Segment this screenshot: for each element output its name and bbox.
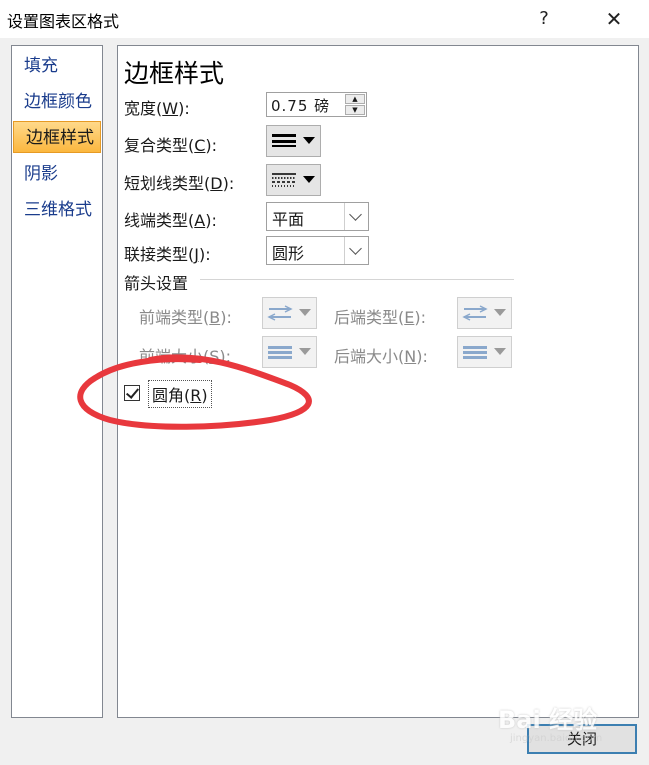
width-value[interactable]: 0.75 磅: [271, 95, 330, 116]
rounded-corners-checkbox[interactable]: [124, 385, 140, 401]
cap-type-label: 线端类型(A):: [124, 211, 217, 230]
width-spinner[interactable]: 0.75 磅 ▲ ▼: [266, 92, 367, 117]
spin-down-icon[interactable]: ▼: [345, 105, 365, 115]
cap-type-value: 平面: [272, 210, 305, 229]
begin-type-dropdown[interactable]: [262, 297, 317, 329]
sidebar-item-shadow[interactable]: 阴影: [12, 158, 102, 190]
category-sidebar: 填充 边框颜色 边框样式 阴影 三维格式: [11, 45, 103, 718]
dash-type-label: 短划线类型(D):: [124, 174, 235, 193]
panel-title: 边框样式: [124, 59, 225, 88]
end-type-label: 后端类型(E):: [334, 308, 426, 327]
join-type-select[interactable]: 圆形: [266, 236, 369, 265]
cap-type-select[interactable]: 平面: [266, 202, 369, 231]
arrow-type-icon: [267, 305, 293, 321]
sidebar-item-border-style[interactable]: 边框样式: [13, 121, 101, 153]
window-title: 设置图表区格式: [7, 12, 120, 31]
end-size-label: 后端大小(N):: [334, 347, 428, 366]
chevron-down-icon: [303, 176, 315, 183]
arrow-type-icon: [462, 305, 488, 321]
section-divider: [200, 279, 514, 280]
begin-size-label: 前端大小(S):: [139, 347, 232, 366]
width-label: 宽度(W):: [124, 99, 190, 118]
compound-line-icon: [272, 134, 296, 147]
title-bar: 设置图表区格式 ? ✕: [0, 0, 649, 38]
arrow-size-icon: [268, 346, 292, 359]
sidebar-item-border-color[interactable]: 边框颜色: [12, 86, 102, 118]
chevron-down-icon[interactable]: [344, 203, 368, 230]
dash-line-icon: [272, 173, 296, 187]
begin-type-label: 前端类型(B):: [139, 308, 232, 327]
sidebar-item-fill[interactable]: 填充: [12, 50, 102, 82]
arrow-settings-heading: 箭头设置: [124, 274, 189, 293]
dash-type-dropdown[interactable]: [266, 164, 321, 196]
chevron-down-icon: [494, 309, 506, 316]
join-type-label: 联接类型(J):: [124, 245, 211, 264]
chevron-down-icon: [303, 137, 315, 144]
help-icon[interactable]: ?: [527, 4, 561, 34]
chevron-down-icon: [299, 309, 311, 316]
rounded-corners-label[interactable]: 圆角(R): [148, 380, 212, 408]
watermark: Bai 经验: [498, 706, 598, 734]
sidebar-item-3d-format[interactable]: 三维格式: [12, 194, 102, 226]
end-type-dropdown[interactable]: [457, 297, 512, 329]
end-size-dropdown[interactable]: [457, 336, 512, 368]
watermark-url: jingyan.baidu.com: [510, 733, 603, 744]
compound-type-label: 复合类型(C):: [124, 136, 218, 155]
chevron-down-icon[interactable]: [344, 237, 368, 264]
checkmark-icon: [125, 385, 140, 399]
spin-up-icon[interactable]: ▲: [345, 94, 365, 104]
join-type-value: 圆形: [272, 244, 305, 263]
chevron-down-icon: [494, 348, 506, 355]
close-icon[interactable]: ✕: [597, 4, 631, 34]
begin-size-dropdown[interactable]: [262, 336, 317, 368]
arrow-size-icon: [463, 346, 487, 359]
compound-type-dropdown[interactable]: [266, 125, 321, 157]
border-style-panel: 边框样式 宽度(W): 0.75 磅 ▲ ▼ 复合类型(C): 短划线类型(D)…: [117, 45, 639, 718]
chevron-down-icon: [299, 348, 311, 355]
